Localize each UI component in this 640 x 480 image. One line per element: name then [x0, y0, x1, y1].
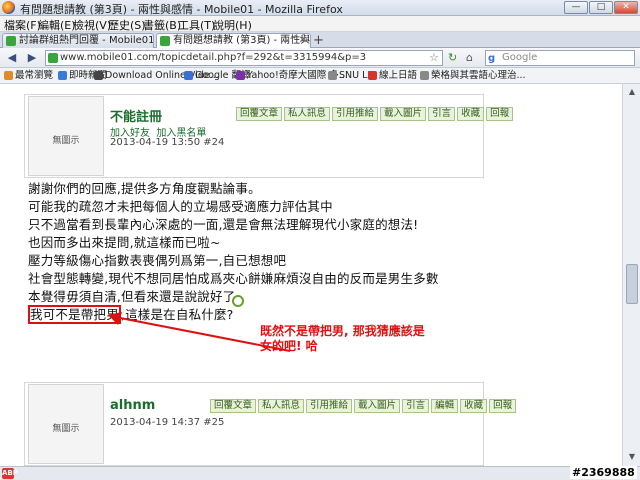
menu-edit[interactable]: 編輯(E): [38, 17, 76, 33]
vertical-scrollbar[interactable]: ▲ ▼: [622, 84, 640, 466]
tab-hot-replies[interactable]: 討論群組熱門回覆 - Mobile01: [2, 33, 154, 48]
bookmark-snu-le[interactable]: SNU LE: [328, 69, 373, 82]
quote-push-button[interactable]: 引用推給: [332, 107, 379, 121]
quote-button[interactable]: 引言: [428, 107, 456, 121]
report-button[interactable]: 回報: [489, 399, 517, 413]
rss-icon: [58, 71, 67, 80]
bookmarks-bar: 最常瀏覽 即時新聞 Download Online Vide... Google…: [0, 68, 640, 84]
search-input[interactable]: g Google: [485, 50, 635, 66]
post-button-row: 回覆文章 私人訊息 引用推給 載入圖片 引言 收藏 回報: [236, 106, 515, 121]
post-timestamp: 2013-04-19 13:50 #24: [110, 137, 225, 148]
page-content: 無圖示 不能註冊 加入好友 加入黑名單 2013-04-19 13:50 #24…: [0, 84, 622, 466]
close-window-button[interactable]: ✕: [614, 1, 638, 14]
menu-bookmarks[interactable]: 書籤(B): [143, 17, 181, 33]
minimize-button[interactable]: —: [564, 1, 588, 14]
bookmark-icon: [94, 71, 103, 80]
watermark: #2369888: [570, 466, 637, 479]
back-arrow-icon[interactable]: ◀: [4, 50, 20, 66]
menu-view[interactable]: 檢視(V): [73, 17, 111, 33]
reply-button[interactable]: 回覆文章: [236, 107, 283, 121]
google-search-icon: g: [488, 53, 496, 64]
post-username[interactable]: alhnm: [110, 398, 155, 413]
menu-tools[interactable]: 工具(T): [178, 17, 215, 33]
scroll-down-icon[interactable]: ▼: [625, 450, 639, 464]
mobile01-favicon: [160, 36, 170, 46]
search-placeholder: Google: [502, 52, 538, 63]
tab-label: 有問題想請教 (第3頁) - 兩性與感情 - Mo...: [173, 35, 311, 46]
bookmark-japanese[interactable]: 線上日語: [368, 69, 417, 82]
menu-file[interactable]: 檔案(F): [4, 17, 41, 33]
menu-history[interactable]: 歷史(S): [108, 17, 146, 33]
quote-button[interactable]: 引言: [402, 399, 430, 413]
new-tab-button[interactable]: +: [313, 33, 324, 48]
report-button[interactable]: 回報: [486, 107, 514, 121]
bookmark-star-icon[interactable]: ☆: [429, 51, 439, 65]
adblock-icon[interactable]: ABP: [2, 468, 18, 479]
favorite-button[interactable]: 收藏: [460, 399, 488, 413]
post-body-line: 可能我的疏忽才未把每個人的立場感受適應力評估其中: [28, 199, 333, 214]
avatar: 無圖示: [28, 96, 104, 176]
scroll-up-icon[interactable]: ▲: [625, 85, 639, 99]
window-title: 有問題想請教 (第3頁) - 兩性與感情 - Mobile01 - Mozill…: [20, 3, 343, 16]
post-body-line: 只不過當看到長輩內心深處的一面,還是會無法理解現代小家庭的想法!: [28, 217, 419, 232]
url-input[interactable]: www.mobile01.com/topicdetail.php?f=292&t…: [45, 50, 443, 66]
bookmark-icon: [420, 71, 429, 80]
post-body-line: 壓力等級傷心指數表喪偶列爲第一,自已想想吧: [28, 253, 287, 268]
home-icon[interactable]: ⌂: [466, 51, 480, 65]
avatar: 無圖示: [28, 384, 104, 464]
scrollbar-thumb[interactable]: [626, 264, 638, 304]
bookmark-most-visited[interactable]: 最常瀏覽: [4, 69, 53, 82]
tab-current-topic[interactable]: 有問題想請教 (第3頁) - 兩性與感情 - Mo... ✕: [156, 33, 311, 48]
load-images-button[interactable]: 載入圖片: [380, 107, 427, 121]
post-body-line: 謝謝你們的回應,提供多方角度觀點論事。: [28, 181, 261, 196]
bookmark-icon: [368, 71, 377, 80]
post-username[interactable]: 不能註冊: [110, 106, 162, 125]
post-body-line: 本覺得毋須自清,但看來還是說說好了: [28, 289, 236, 304]
private-message-button[interactable]: 私人訊息: [258, 399, 305, 413]
bookmark-jung[interactable]: 榮格與其雲語心理治...: [420, 69, 526, 82]
tab-label: 討論群組熱門回覆 - Mobile01: [19, 35, 154, 46]
reload-icon[interactable]: ↻: [448, 51, 462, 65]
forward-arrow-icon[interactable]: ▶: [24, 50, 40, 66]
post-timestamp: 2013-04-19 14:37 #25: [110, 417, 225, 428]
maximize-button[interactable]: □: [589, 1, 613, 14]
bookmark-icon: [328, 71, 337, 80]
post-body-line: 社會型態轉變,現代不想同居怕成爲夾心餅嫌麻煩沒自由的反而是男生多數: [28, 271, 439, 286]
window-titlebar: 有問題想請教 (第3頁) - 兩性與感情 - Mobile01 - Mozill…: [0, 0, 640, 16]
favorite-button[interactable]: 收藏: [457, 107, 485, 121]
mobile01-favicon: [6, 36, 16, 46]
post-button-row: 回覆文章 私人訊息 引用推給 載入圖片 引言 編輯 收藏 回報: [210, 398, 518, 413]
reply-button[interactable]: 回覆文章: [210, 399, 257, 413]
load-images-button[interactable]: 載入圖片: [354, 399, 401, 413]
quote-push-button[interactable]: 引用推給: [306, 399, 353, 413]
status-bar: ABP: [0, 466, 640, 480]
navigation-bar: ◀ ▶ www.mobile01.com/topicdetail.php?f=2…: [0, 48, 640, 68]
google-icon: [184, 71, 193, 80]
post-body-line: 也因而多出來提問,就這樣而已啦~: [28, 235, 221, 250]
url-text: www.mobile01.com/topicdetail.php?f=292&t…: [60, 52, 367, 63]
annotation-text: 既然不是帶把男, 那我猜應該是 女的吧! 哈: [260, 324, 425, 353]
close-tab-icon[interactable]: ✕: [299, 34, 307, 47]
private-message-button[interactable]: 私人訊息: [284, 107, 331, 121]
site-identity-icon: [48, 53, 58, 63]
yahoo-icon: [236, 71, 245, 80]
menu-help[interactable]: 說明(H): [213, 17, 252, 33]
bookmark-icon: [4, 71, 13, 80]
menu-bar: 檔案(F) 編輯(E) 檢視(V) 歷史(S) 書籤(B) 工具(T) 說明(H…: [0, 16, 640, 32]
firefox-icon: [2, 1, 15, 14]
edit-button[interactable]: 編輯: [431, 399, 459, 413]
